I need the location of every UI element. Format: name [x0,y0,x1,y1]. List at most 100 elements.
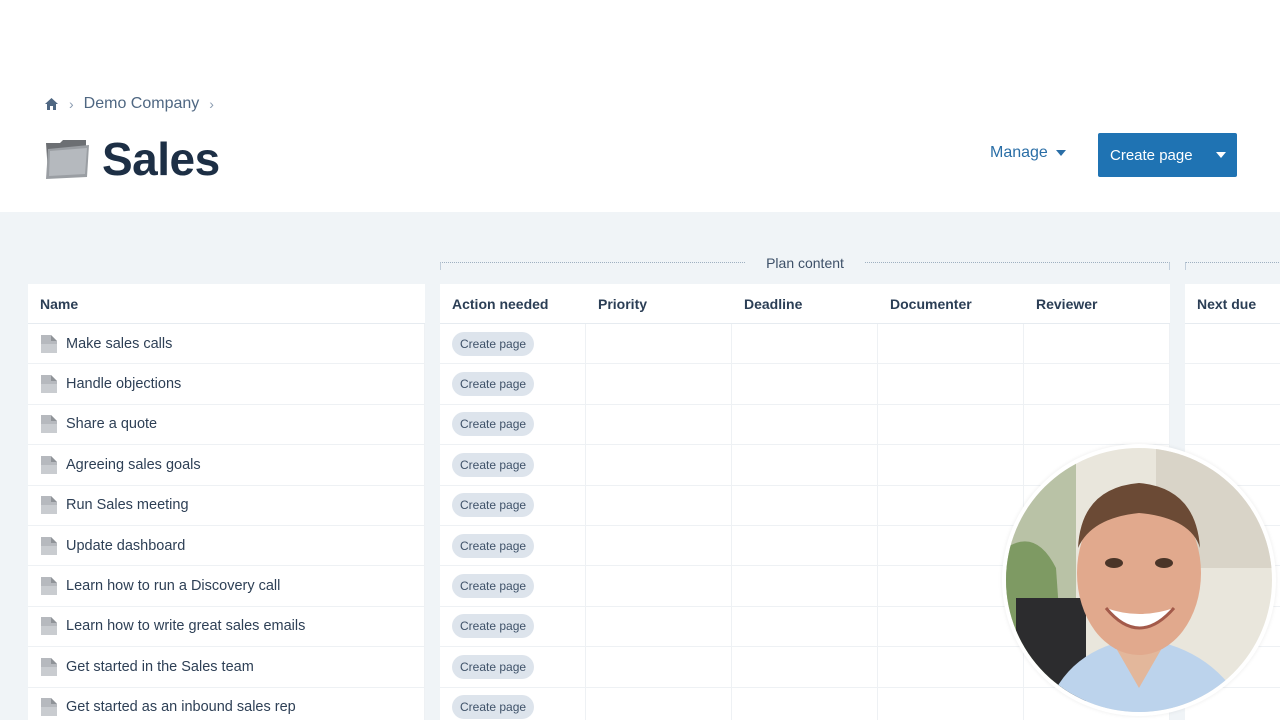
deadline-cell[interactable] [732,606,878,647]
documenter-cell[interactable] [878,687,1024,720]
deadline-cell[interactable] [732,404,878,445]
deadline-cell[interactable] [732,525,878,566]
page-link[interactable]: Run Sales meeting [66,497,189,513]
column-header-priority[interactable]: Priority [586,284,732,323]
priority-cell[interactable] [586,525,732,566]
table-row[interactable]: Get started as an inbound sales rep [28,687,425,720]
deadline-cell[interactable] [732,445,878,485]
create-page-pill[interactable]: Create page [452,372,535,397]
title-row: Sales [44,132,220,186]
create-page-pill[interactable]: Create page [452,493,535,518]
documenter-cell[interactable] [878,647,1024,687]
page-link[interactable]: Update dashboard [66,538,185,554]
page-link[interactable]: Learn how to write great sales emails [66,618,305,634]
table-row: Create page [440,324,1170,365]
next-due-cell[interactable] [1185,405,1280,444]
column-header-next-due[interactable]: Next due [1185,284,1256,323]
name-cell: Update dashboard [28,525,425,566]
page-link[interactable]: Make sales calls [66,336,172,352]
documenter-cell[interactable] [878,364,1024,404]
document-icon [40,576,58,596]
action-needed-cell: Create page [440,485,586,525]
page-link[interactable]: Handle objections [66,376,181,392]
table-row: Create page [440,687,1170,720]
page-link[interactable]: Agreeing sales goals [66,457,201,473]
column-header-action-needed[interactable]: Action needed [440,284,586,323]
column-header-deadline[interactable]: Deadline [732,284,878,323]
page-link[interactable]: Learn how to run a Discovery call [66,578,280,594]
document-icon [40,697,58,717]
priority-cell[interactable] [586,606,732,647]
priority-cell[interactable] [586,404,732,445]
deadline-cell[interactable] [732,647,878,687]
documenter-cell[interactable] [878,606,1024,647]
manage-button[interactable]: Manage [990,144,1066,162]
deadline-cell[interactable] [732,364,878,404]
page-link[interactable]: Get started in the Sales team [66,659,254,675]
table-row[interactable]: Learn how to run a Discovery call [28,566,425,607]
create-page-pill[interactable]: Create page [452,452,535,477]
page-title: Sales [102,133,220,185]
reviewer-cell[interactable] [1024,404,1170,445]
action-needed-cell: Create page [440,445,586,485]
table-row: Create page [440,404,1170,446]
priority-cell[interactable] [586,485,732,525]
documenter-cell[interactable] [878,525,1024,566]
deadline-cell[interactable] [732,687,878,720]
create-page-pill[interactable]: Create page [452,574,535,599]
deadline-cell[interactable] [732,485,878,525]
create-page-pill[interactable]: Create page [452,412,535,437]
name-cell: Agreeing sales goals [28,445,425,485]
page-link[interactable]: Share a quote [66,416,157,432]
column-header-name[interactable]: Name [28,284,78,323]
table-row[interactable]: Share a quote [28,404,425,446]
next-due-cell[interactable] [1185,364,1280,403]
priority-cell[interactable] [586,566,732,606]
documenter-cell[interactable] [878,324,1024,364]
priority-cell[interactable] [586,647,732,687]
breadcrumb-item-demo-company[interactable]: Demo Company [84,95,200,113]
document-icon [40,536,58,556]
next-group-bracket [1185,262,1280,270]
action-needed-cell: Create page [440,566,586,606]
create-page-pill[interactable]: Create page [452,331,535,356]
page-link[interactable]: Get started as an inbound sales rep [66,699,296,715]
create-page-pill[interactable]: Create page [452,614,535,639]
home-icon[interactable] [44,97,59,111]
manage-label: Manage [990,144,1048,161]
reviewer-cell[interactable] [1024,324,1170,364]
next-due-cell[interactable] [1185,324,1280,363]
table-row[interactable]: Run Sales meeting [28,485,425,526]
create-page-pill[interactable]: Create page [452,533,535,558]
deadline-cell[interactable] [732,566,878,606]
breadcrumb: › Demo Company › [44,95,214,113]
table-row[interactable]: Agreeing sales goals [28,445,425,486]
documenter-cell[interactable] [878,445,1024,485]
chevron-down-icon[interactable] [1216,152,1226,158]
name-cell: Share a quote [28,404,425,445]
documenter-cell[interactable] [878,485,1024,525]
document-icon [40,455,58,475]
create-page-pill[interactable]: Create page [452,654,535,679]
name-cell: Learn how to run a Discovery call [28,566,425,606]
create-page-pill[interactable]: Create page [452,695,535,720]
name-cell: Get started as an inbound sales rep [28,687,425,720]
table-row[interactable]: Update dashboard [28,525,425,567]
priority-cell[interactable] [586,445,732,485]
deadline-cell[interactable] [732,324,878,364]
reviewer-cell[interactable] [1024,364,1170,404]
priority-cell[interactable] [586,324,732,364]
presenter-video-avatar [1002,444,1276,716]
priority-cell[interactable] [586,687,732,720]
column-header-documenter[interactable]: Documenter [878,284,1024,323]
priority-cell[interactable] [586,364,732,404]
column-header-reviewer[interactable]: Reviewer [1024,284,1170,323]
chevron-right-icon: › [69,96,74,112]
create-page-button[interactable]: Create page [1098,133,1237,177]
table-row[interactable]: Handle objections [28,364,425,405]
document-icon [40,495,58,515]
table-row[interactable]: Make sales calls [28,324,425,365]
table-row[interactable]: Get started in the Sales team [28,647,425,688]
table-row[interactable]: Learn how to write great sales emails [28,606,425,648]
documenter-cell[interactable] [878,404,1024,445]
